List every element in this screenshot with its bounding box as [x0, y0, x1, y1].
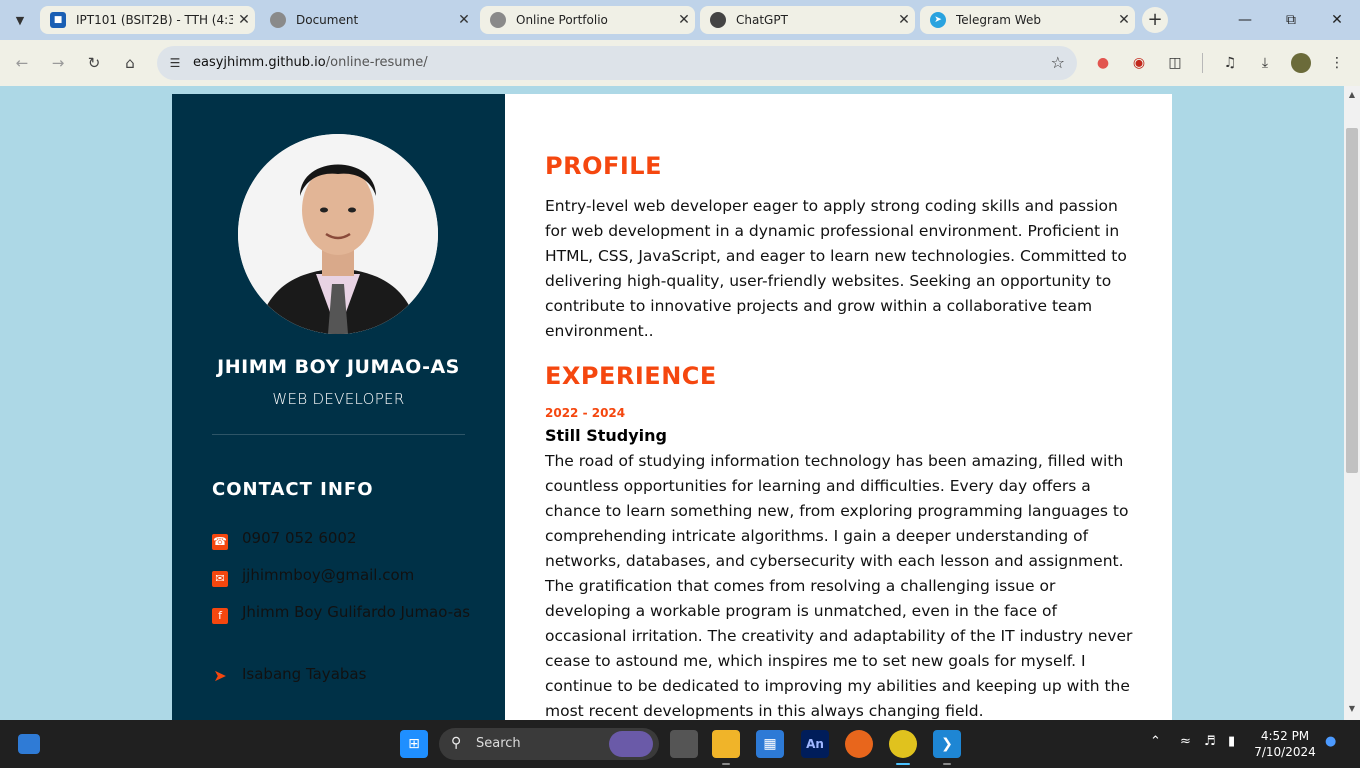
widgets-icon[interactable] — [18, 734, 40, 754]
classroom-favicon-icon: ■ — [50, 12, 66, 28]
tab-title: IPT101 (BSIT2B) - TTH (4:30PM — [76, 13, 233, 27]
notification-bell-icon[interactable]: ● — [1325, 734, 1336, 749]
show-hidden-icons-icon[interactable]: ⌃ — [1150, 734, 1161, 749]
telegram-favicon-icon: ➤ — [930, 12, 946, 28]
scroll-down-arrow-icon[interactable]: ▼ — [1347, 704, 1357, 713]
resume-name: JHIMM BOY JUMAO-AS — [217, 356, 460, 378]
contact-info-heading: CONTACT INFO — [212, 479, 374, 500]
search-highlight-image — [609, 731, 653, 757]
page-viewport: JHIMM BOY JUMAO-AS WEB DEVELOPER CONTACT… — [0, 86, 1344, 720]
tab-strip: ▼ ■ IPT101 (BSIT2B) - TTH (4:30PM ✕ Docu… — [0, 0, 1360, 40]
close-window-icon[interactable]: ✕ — [1314, 0, 1360, 40]
resume-card: JHIMM BOY JUMAO-AS WEB DEVELOPER CONTACT… — [172, 94, 1172, 720]
profile-avatar[interactable] — [1291, 53, 1311, 73]
scroll-up-arrow-icon[interactable]: ▲ — [1347, 90, 1357, 99]
tab-title: Telegram Web — [956, 13, 1041, 27]
toolbar-divider — [1202, 53, 1203, 73]
tab-search-icon[interactable]: ▼ — [8, 8, 32, 32]
running-indicator-active — [896, 763, 910, 765]
clock-time: 4:52 PM — [1260, 729, 1310, 743]
screen-recorder-extension-icon[interactable]: ● — [1093, 53, 1113, 73]
scrollbar-thumb[interactable] — [1346, 128, 1358, 473]
location-icon: ➤ — [213, 666, 227, 685]
back-arrow-icon[interactable]: ← — [10, 51, 34, 75]
sidebar-divider — [212, 434, 465, 435]
adblock-extension-icon[interactable]: ◉ — [1129, 53, 1149, 73]
tab-online-portfolio[interactable]: Online Portfolio ✕ — [480, 6, 695, 34]
running-indicator — [943, 763, 951, 765]
restore-icon[interactable]: ⧉ — [1268, 0, 1314, 40]
bookmark-star-icon[interactable]: ☆ — [1051, 53, 1065, 72]
facebook-icon: f — [212, 608, 228, 624]
contact-location: ➤ Isabang Tayabas — [213, 665, 367, 685]
vscode-icon[interactable]: ❯ — [933, 730, 961, 758]
extensions-puzzle-icon[interactable]: ◫ — [1165, 53, 1185, 73]
clock-date: 7/10/2024 — [1254, 745, 1316, 759]
contact-facebook[interactable]: f Jhimm Boy Gulifardo Jumao-as — [212, 600, 472, 625]
contact-phone: ☎ 0907 052 6002 — [212, 529, 357, 550]
running-indicator — [722, 763, 730, 765]
close-tab-icon[interactable]: ✕ — [453, 12, 475, 28]
system-clock[interactable]: 4:52 PM 7/10/2024 — [1252, 728, 1318, 760]
experience-years: 2022 - 2024 — [545, 406, 626, 420]
resume-role: WEB DEVELOPER — [272, 390, 405, 408]
animate-icon[interactable]: An — [801, 730, 829, 758]
close-tab-icon[interactable]: ✕ — [893, 12, 915, 28]
task-view-icon[interactable] — [670, 730, 698, 758]
chatgpt-favicon-icon — [710, 12, 726, 28]
windows-taskbar: ⊞ ⚲ Search ▦ An ❯ ⌃ ≈ ♬ ▮ 4:52 PM 7/10/2… — [0, 720, 1360, 768]
new-tab-button[interactable]: + — [1142, 7, 1168, 33]
experience-heading: EXPERIENCE — [545, 362, 717, 390]
chrome-icon[interactable] — [889, 730, 917, 758]
taskbar-search-box[interactable]: ⚲ Search — [439, 728, 659, 760]
taskbar-search-label: Search — [476, 736, 521, 751]
profile-heading: PROFILE — [545, 152, 662, 180]
close-tab-icon[interactable]: ✕ — [673, 12, 695, 28]
globe-favicon-icon — [270, 12, 286, 28]
wifi-icon[interactable]: ≈ — [1180, 734, 1191, 749]
url-text[interactable]: easyjhimm.github.io/online-resume/ — [193, 55, 428, 70]
home-icon[interactable]: ⌂ — [118, 51, 142, 75]
download-icon[interactable]: ⤓ — [1255, 53, 1275, 73]
tab-chatgpt[interactable]: ChatGPT ✕ — [700, 6, 915, 34]
tab-title: ChatGPT — [736, 13, 788, 27]
site-info-icon[interactable]: ☰ — [165, 53, 185, 73]
reload-icon[interactable]: ↻ — [82, 51, 106, 75]
browser-toolbar: ← → ↻ ⌂ ☰ easyjhimm.github.io/online-res… — [0, 40, 1360, 86]
phone-icon: ☎ — [212, 534, 228, 550]
tab-document[interactable]: Document ✕ — [260, 6, 475, 34]
file-explorer-icon[interactable] — [712, 730, 740, 758]
microsoft-store-icon[interactable]: ▦ — [756, 730, 784, 758]
tab-title: Document — [296, 13, 359, 27]
battery-icon[interactable]: ▮ — [1228, 734, 1235, 749]
experience-title: Still Studying — [545, 426, 667, 445]
address-bar[interactable]: ☰ easyjhimm.github.io/online-resume/ ☆ — [157, 46, 1077, 80]
media-control-icon[interactable]: ♫ — [1220, 53, 1240, 73]
firefox-icon[interactable] — [845, 730, 873, 758]
tab-title: Online Portfolio — [516, 13, 608, 27]
volume-icon[interactable]: ♬ — [1204, 734, 1216, 749]
search-icon: ⚲ — [451, 735, 462, 751]
profile-photo — [238, 134, 438, 334]
globe-favicon-icon — [490, 12, 506, 28]
forward-arrow-icon[interactable]: → — [46, 51, 70, 75]
tab-telegram[interactable]: ➤ Telegram Web ✕ — [920, 6, 1135, 34]
page-scrollbar[interactable]: ▲ ▼ — [1344, 86, 1360, 720]
resume-sidebar: JHIMM BOY JUMAO-AS WEB DEVELOPER CONTACT… — [172, 94, 505, 720]
tab-ipt101[interactable]: ■ IPT101 (BSIT2B) - TTH (4:30PM ✕ — [40, 6, 255, 34]
close-tab-icon[interactable]: ✕ — [233, 12, 255, 28]
experience-text: The road of studying information technol… — [545, 452, 1133, 720]
mail-icon: ✉ — [212, 571, 228, 587]
contact-email[interactable]: ✉ jjhimmboy@gmail.com — [212, 563, 472, 588]
start-windows-icon[interactable]: ⊞ — [400, 730, 428, 758]
close-tab-icon[interactable]: ✕ — [1113, 12, 1135, 28]
minimize-icon[interactable]: — — [1222, 0, 1268, 40]
chrome-menu-icon[interactable]: ⋮ — [1327, 53, 1347, 73]
profile-text: Entry-level web developer eager to apply… — [545, 197, 1127, 340]
